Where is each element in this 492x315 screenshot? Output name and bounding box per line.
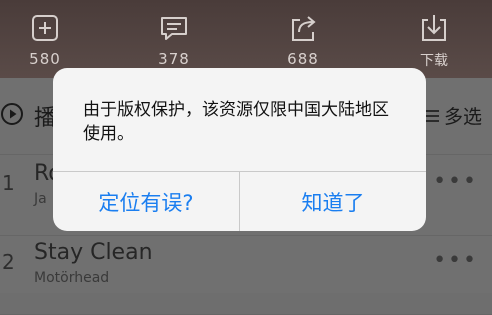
song-artist: Ja (34, 191, 47, 207)
multi-select-label: 多选 (443, 106, 482, 128)
collect-button[interactable]: 580 (5, 0, 85, 78)
multi-select-button[interactable]: 多选 (424, 102, 482, 129)
song-number: 1 (2, 171, 15, 195)
add-to-playlist-icon (32, 15, 58, 41)
got-it-button[interactable]: 知道了 (240, 172, 426, 231)
share-button[interactable]: 688 (263, 0, 343, 78)
song-artist: Motörhead (34, 270, 110, 286)
song-row[interactable]: 2 Stay Clean Motörhead ••• (0, 234, 492, 315)
song-number: 2 (2, 250, 15, 274)
play-circle-icon[interactable] (0, 102, 24, 126)
download-icon (422, 15, 446, 41)
region-restriction-alert: 由于版权保护，该资源仅限中国大陆地区使用。 定位有误? 知道了 (53, 68, 426, 231)
share-count: 688 (287, 50, 319, 68)
more-options-icon[interactable]: ••• (433, 169, 478, 194)
share-icon (292, 16, 316, 41)
download-button[interactable]: 下载 (394, 0, 474, 78)
song-title: Stay Clean (34, 240, 153, 265)
download-label: 下载 (420, 53, 448, 69)
song-action-toolbar: 580 378 688 下载 (0, 0, 492, 78)
collect-count: 580 (29, 50, 61, 68)
report-location-error-button[interactable]: 定位有误? (53, 172, 239, 231)
comment-count: 378 (158, 50, 190, 68)
alert-message: 由于版权保护，该资源仅限中国大陆地区使用。 (83, 100, 389, 144)
comment-button[interactable]: 378 (134, 0, 214, 78)
list-icon (424, 109, 439, 122)
comment-icon (161, 17, 187, 40)
more-options-icon[interactable]: ••• (433, 248, 478, 273)
